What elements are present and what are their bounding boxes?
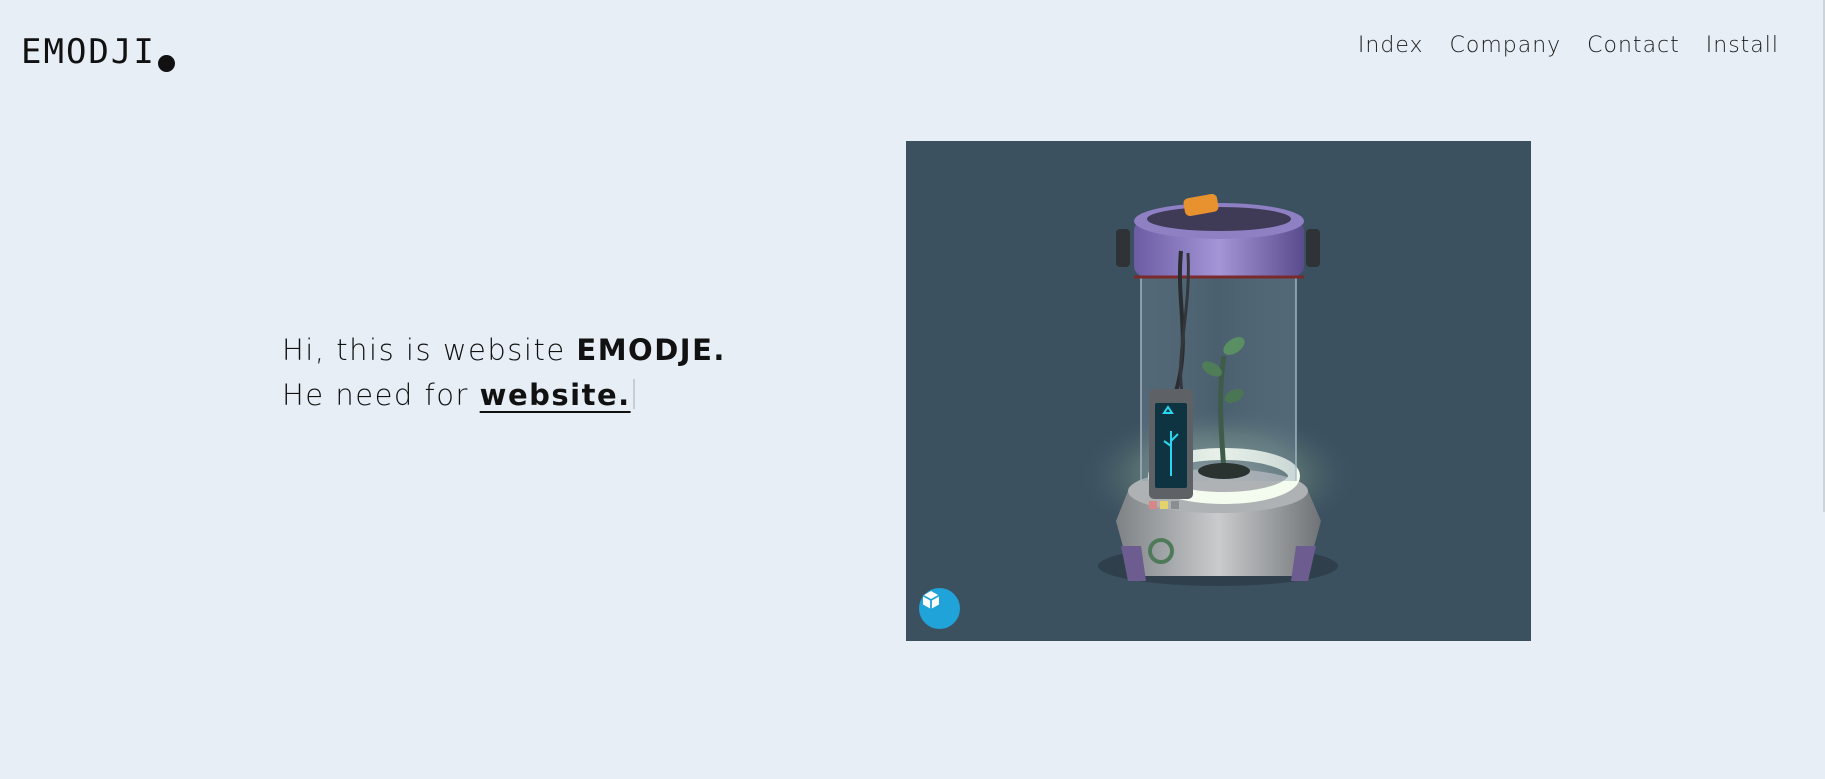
hero-line-2-text: He need for — [282, 378, 480, 412]
sketchfab-cube-icon — [922, 591, 940, 609]
hero-website-link[interactable]: website. — [480, 378, 631, 412]
nav-link-install[interactable]: Install — [1706, 33, 1779, 58]
hero-line-2: He need for website. — [282, 373, 726, 418]
nav-link-index[interactable]: Index — [1358, 33, 1424, 58]
site-logo[interactable]: EMODJI — [21, 32, 175, 72]
hero-text: Hi, this is website EMODJE. He need for … — [282, 328, 726, 418]
nav-link-contact[interactable]: Contact — [1587, 33, 1680, 58]
hero-brand-name: EMODJE. — [576, 333, 726, 367]
logo-text: EMODJI — [21, 32, 156, 72]
hero-line-1: Hi, this is website EMODJE. — [282, 328, 726, 373]
sketchfab-badge[interactable] — [919, 588, 960, 629]
nav-link-company[interactable]: Company — [1450, 33, 1562, 58]
3d-model-viewer[interactable] — [906, 141, 1531, 641]
page: EMODJI Index Company Contact Install Hi,… — [0, 0, 1825, 779]
text-caret — [632, 379, 635, 409]
main-nav: Index Company Contact Install — [1332, 33, 1779, 58]
logo-dot-icon — [157, 55, 175, 72]
terrarium-model-image — [1078, 193, 1358, 586]
hero-line-1-text: Hi, this is website — [282, 333, 577, 367]
